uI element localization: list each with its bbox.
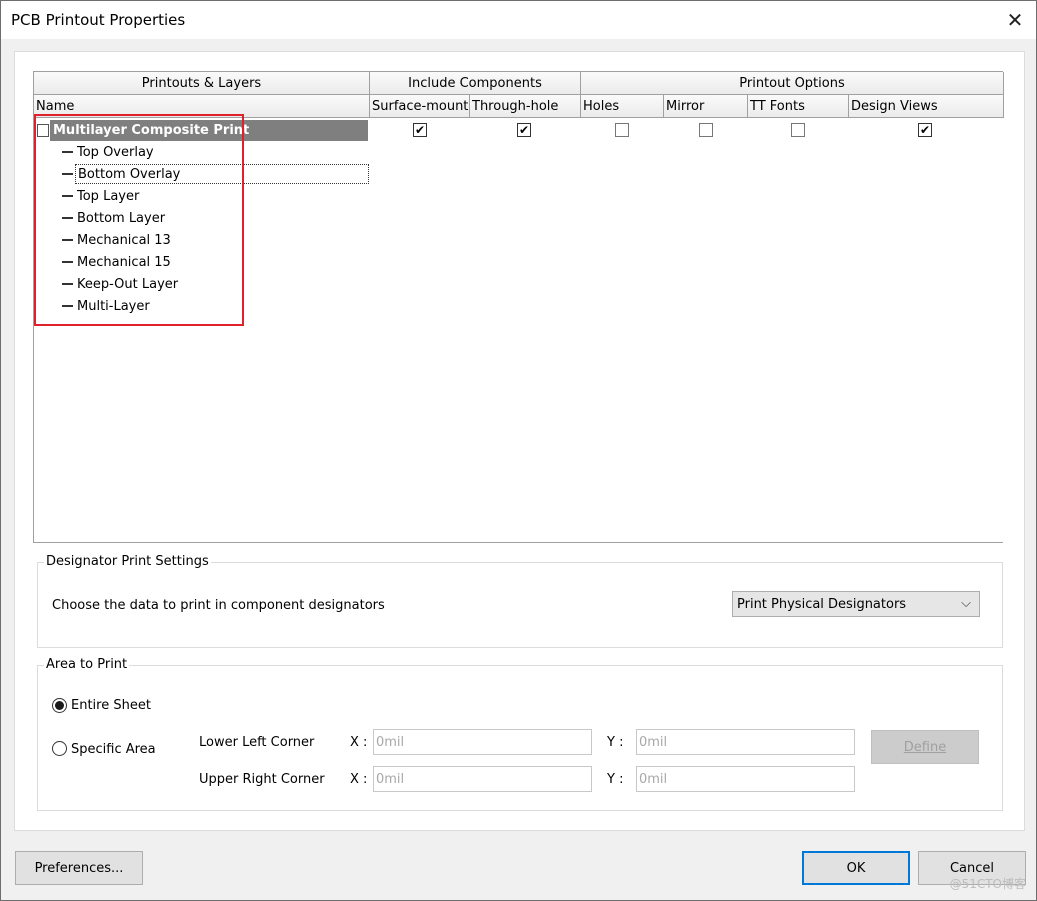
lower-left-x-label: X : bbox=[350, 735, 368, 750]
tree-connector-icon bbox=[62, 217, 73, 219]
table-row[interactable]: Mechanical 15 bbox=[34, 250, 1004, 272]
designator-settings-title: Designator Print Settings bbox=[44, 554, 211, 569]
layer-label[interactable]: Bottom Layer bbox=[75, 208, 167, 228]
document-icon bbox=[37, 124, 49, 137]
tt-fonts-checkbox[interactable] bbox=[791, 123, 805, 137]
group-printout-options: Printout Options bbox=[581, 72, 1004, 95]
entire-sheet-radio[interactable] bbox=[52, 698, 67, 713]
grid-group-header: Printouts & Layers Include Components Pr… bbox=[34, 72, 1004, 95]
through-hole-checkbox[interactable]: ✔ bbox=[517, 123, 531, 137]
table-row-root[interactable]: Multilayer Composite Print ✔ ✔ ✔ bbox=[34, 118, 1004, 141]
dialog-window: PCB Printout Properties ✕ Printouts & La… bbox=[0, 0, 1037, 901]
tree-connector-icon bbox=[62, 173, 73, 175]
designator-prompt: Choose the data to print in component de… bbox=[52, 598, 385, 613]
layer-label[interactable]: Top Overlay bbox=[75, 142, 156, 162]
lower-left-y-input[interactable]: 0mil bbox=[636, 729, 855, 755]
window-title: PCB Printout Properties bbox=[11, 11, 186, 29]
layer-label[interactable]: Multi-Layer bbox=[75, 296, 152, 316]
table-row[interactable]: Bottom Overlay bbox=[34, 162, 1004, 184]
table-row[interactable]: Keep-Out Layer bbox=[34, 272, 1004, 294]
column-surface-mount[interactable]: Surface-mount bbox=[370, 95, 470, 118]
column-holes[interactable]: Holes bbox=[581, 95, 664, 118]
upper-right-y-input[interactable]: 0mil bbox=[636, 766, 855, 792]
lower-left-y-label: Y : bbox=[607, 735, 624, 750]
close-icon[interactable]: ✕ bbox=[1000, 5, 1030, 35]
specific-area-radio[interactable] bbox=[52, 741, 67, 756]
surface-mount-checkbox[interactable]: ✔ bbox=[413, 123, 427, 137]
upper-right-x-label: X : bbox=[350, 772, 368, 787]
upper-right-x-input[interactable]: 0mil bbox=[373, 766, 592, 792]
designator-select-value: Print Physical Designators bbox=[737, 596, 907, 612]
tree-connector-icon bbox=[62, 305, 73, 307]
grid-column-header: Name Surface-mount Through-hole Holes Mi… bbox=[34, 95, 1004, 118]
group-include-components: Include Components bbox=[370, 72, 581, 95]
area-to-print-group: Area to Print Entire Sheet Specific Area… bbox=[37, 657, 1003, 811]
column-name[interactable]: Name bbox=[34, 95, 370, 118]
column-tt-fonts[interactable]: TT Fonts bbox=[748, 95, 849, 118]
layer-label[interactable]: Top Layer bbox=[75, 186, 141, 206]
define-button[interactable]: Define bbox=[871, 730, 979, 764]
dialog-content: Printouts & Layers Include Components Pr… bbox=[14, 51, 1025, 831]
radio-selected-dot bbox=[55, 701, 64, 710]
tree-connector-icon bbox=[62, 151, 73, 153]
entire-sheet-label[interactable]: Entire Sheet bbox=[71, 698, 151, 713]
tree-connector-icon bbox=[62, 283, 73, 285]
printout-layers-grid: Printouts & Layers Include Components Pr… bbox=[33, 71, 1004, 543]
column-design-views[interactable]: Design Views bbox=[849, 95, 1004, 118]
specific-area-label[interactable]: Specific Area bbox=[71, 742, 156, 757]
lower-left-label: Lower Left Corner bbox=[199, 735, 315, 750]
lower-left-x-input[interactable]: 0mil bbox=[373, 729, 592, 755]
tree-connector-icon bbox=[62, 261, 73, 263]
upper-right-y-label: Y : bbox=[607, 772, 624, 787]
root-printout-label[interactable]: Multilayer Composite Print bbox=[50, 120, 368, 141]
table-row[interactable]: Bottom Layer bbox=[34, 206, 1004, 228]
layer-label[interactable]: Mechanical 15 bbox=[75, 252, 173, 272]
mirror-checkbox[interactable] bbox=[699, 123, 713, 137]
tree-connector-icon bbox=[62, 239, 73, 241]
column-mirror[interactable]: Mirror bbox=[664, 95, 748, 118]
group-printouts-layers: Printouts & Layers bbox=[34, 72, 370, 95]
designator-select[interactable]: Print Physical Designators ⌵ bbox=[732, 591, 980, 617]
tree-connector-icon bbox=[62, 195, 73, 197]
area-to-print-title: Area to Print bbox=[44, 657, 130, 672]
table-row[interactable]: Top Layer bbox=[34, 184, 1004, 206]
layer-label[interactable]: Keep-Out Layer bbox=[75, 274, 180, 294]
designator-settings-group: Designator Print Settings Choose the dat… bbox=[37, 554, 1003, 648]
preferences-button[interactable]: Preferences... bbox=[15, 851, 143, 885]
design-views-checkbox[interactable]: ✔ bbox=[918, 123, 932, 137]
watermark-text: @51CTO博客 bbox=[949, 877, 1026, 891]
layer-label[interactable]: Mechanical 13 bbox=[75, 230, 173, 250]
table-row[interactable]: Multi-Layer bbox=[34, 294, 1004, 316]
table-row[interactable]: Top Overlay bbox=[34, 140, 1004, 162]
upper-right-label: Upper Right Corner bbox=[199, 772, 325, 787]
layer-label[interactable]: Bottom Overlay bbox=[75, 164, 369, 184]
ok-button[interactable]: OK bbox=[802, 851, 910, 885]
chevron-down-icon: ⌵ bbox=[961, 596, 971, 611]
table-row[interactable]: Mechanical 13 bbox=[34, 228, 1004, 250]
column-through-hole[interactable]: Through-hole bbox=[470, 95, 581, 118]
grid-rows: Multilayer Composite Print ✔ ✔ ✔ Top Ove… bbox=[34, 118, 1004, 316]
title-bar: PCB Printout Properties ✕ bbox=[1, 1, 1036, 39]
holes-checkbox[interactable] bbox=[615, 123, 629, 137]
